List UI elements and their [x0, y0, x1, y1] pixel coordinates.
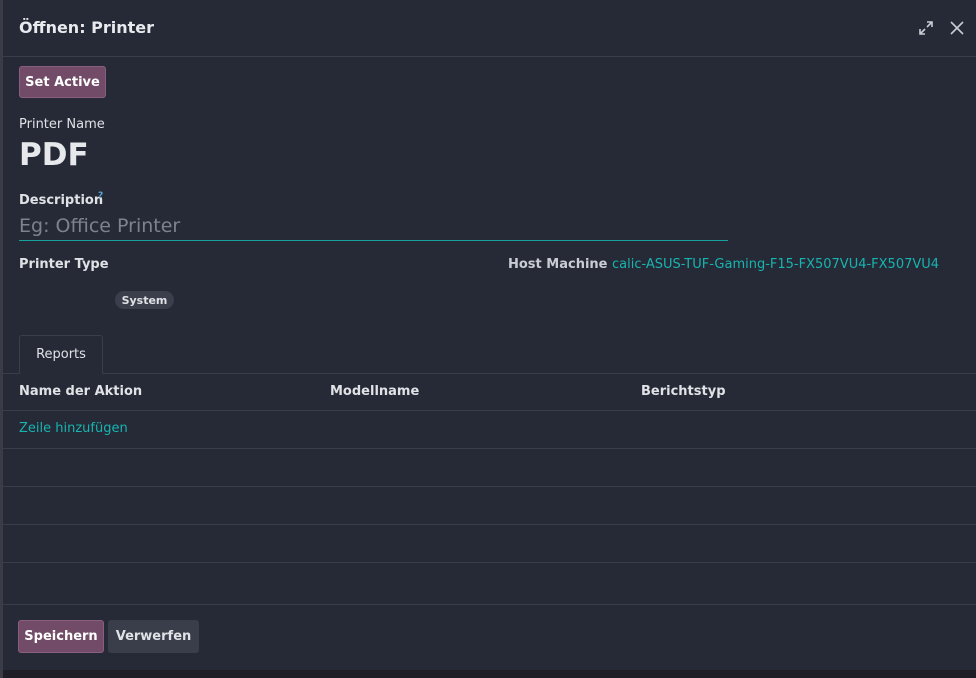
tab-reports[interactable]: Reports [19, 335, 103, 374]
table-row [3, 487, 976, 525]
printer-name-value[interactable]: PDF [19, 137, 89, 173]
table-row [3, 525, 976, 563]
add-line-link[interactable]: Zeile hinzufügen [19, 421, 128, 436]
table-row [3, 449, 976, 487]
dialog-title: Öffnen: Printer [19, 18, 155, 37]
printer-dialog: Öffnen: Printer Set Active Printer Name … [3, 0, 976, 670]
description-input[interactable] [19, 212, 728, 241]
save-button[interactable]: Speichern [18, 620, 104, 653]
printer-type-label: Printer Type [19, 257, 109, 272]
close-icon [950, 21, 964, 35]
description-help-icon[interactable]: ? [98, 191, 103, 201]
dialog-header: Öffnen: Printer [3, 0, 976, 57]
set-active-button[interactable]: Set Active [19, 66, 106, 98]
discard-button[interactable]: Verwerfen [108, 620, 199, 653]
printer-type-badge: System [115, 291, 174, 309]
column-header-model-name[interactable]: Modellname [330, 384, 419, 399]
dialog-footer: Speichern Verwerfen [3, 604, 976, 670]
host-machine-link[interactable]: calic-ASUS-TUF-Gaming-F15-FX507VU4-FX507… [612, 257, 939, 272]
description-label: Description [19, 193, 104, 208]
printer-name-label: Printer Name [19, 117, 105, 132]
table-header: Name der Aktion Modellname Berichtstyp [3, 374, 976, 411]
column-header-report-type[interactable]: Berichtstyp [641, 384, 726, 399]
column-header-action-name[interactable]: Name der Aktion [19, 384, 142, 399]
close-button[interactable] [946, 17, 968, 39]
expand-icon [919, 21, 933, 35]
expand-button[interactable] [915, 17, 937, 39]
host-machine-label: Host Machine [508, 257, 608, 272]
table-row: Zeile hinzufügen [3, 411, 976, 449]
